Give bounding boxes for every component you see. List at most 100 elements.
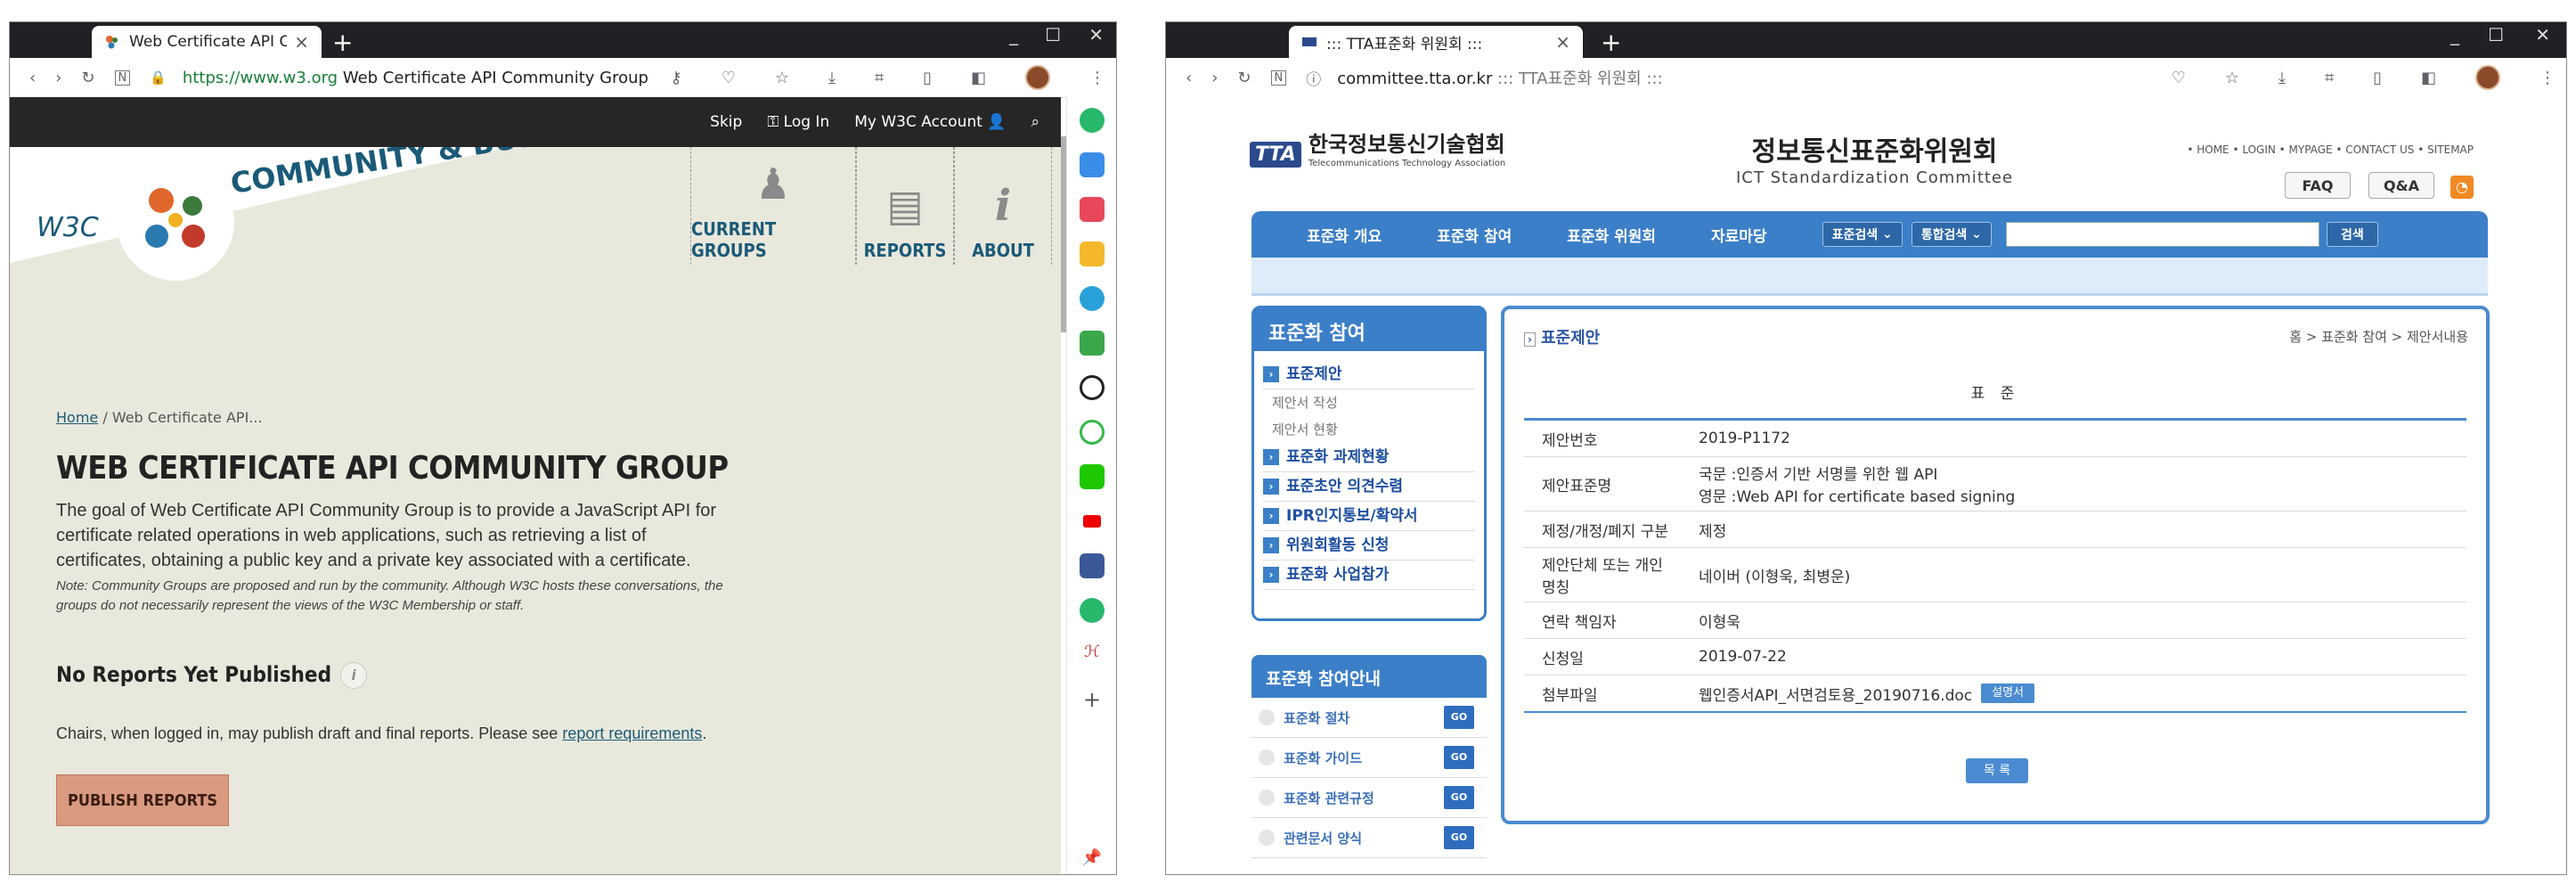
menu-icon[interactable]: ⋮ (1089, 69, 1105, 87)
sidebar-list-icon[interactable] (1080, 331, 1105, 356)
info-icon[interactable]: i (340, 662, 368, 689)
nav-resources[interactable]: 자료마당 (1711, 224, 1767, 246)
key-icon[interactable]: ⚷ (671, 69, 682, 87)
sidebar-green-icon[interactable] (1080, 108, 1105, 133)
menu-icon[interactable]: ⋮ (2539, 69, 2556, 87)
top-links[interactable]: • HOME • LOGIN • MYPAGE • CONTACT US • S… (2187, 143, 2474, 156)
menu-item-task-status[interactable]: › 표준화 과제현황 (1263, 443, 1475, 472)
report-requirements-link[interactable]: report requirements (562, 724, 702, 742)
extension-n-icon[interactable]: N (1270, 70, 1287, 86)
description-tag[interactable]: 설명서 (1981, 683, 2035, 703)
back-icon[interactable]: ‹ (29, 69, 36, 87)
close-window-icon[interactable]: ✕ (1088, 24, 1104, 45)
qna-button[interactable]: Q&A (2368, 172, 2434, 199)
sidebar-add-icon[interactable]: + (1080, 687, 1105, 712)
pin-icon[interactable]: 📌 (1080, 846, 1105, 871)
standard-search-select[interactable]: 표준검색 ⌄ (1822, 222, 1903, 247)
faq-button[interactable]: FAQ (2285, 172, 2351, 199)
guide-item[interactable]: 표준화 절차 GO (1251, 698, 1487, 738)
reader-icon[interactable]: ▯ (2373, 69, 2382, 87)
browser-tab[interactable]: Web Certificate API Comm × (92, 26, 322, 58)
menu-item-project-participation[interactable]: › 표준화 사업참가 (1263, 561, 1475, 590)
maximize-icon[interactable]: ☐ (2488, 24, 2504, 45)
sidebar-naver-icon[interactable] (1080, 464, 1105, 489)
browser-tab[interactable]: ::: TTA표준화 위원회 ::: × (1289, 26, 1583, 58)
sidebar-toggle-icon[interactable]: ◧ (971, 69, 986, 87)
new-tab-icon[interactable]: + (1601, 28, 1621, 57)
rss-icon[interactable]: ◔ (2450, 176, 2474, 199)
reader-icon[interactable]: ▯ (923, 69, 932, 87)
sidebar-facebook-icon[interactable] (1080, 553, 1105, 578)
url-field[interactable]: committee.tta.or.kr ::: TTA표준화 위원회 ::: (1337, 66, 1662, 89)
sidebar-youtube-icon[interactable] (1080, 509, 1105, 534)
nav-current-groups[interactable]: ♟ CURRENT GROUPS (690, 147, 856, 265)
minimize-icon[interactable]: _ (1009, 24, 1018, 45)
integrated-search-select[interactable]: 통합검색 ⌄ (1911, 222, 1992, 247)
nav-standard-participation[interactable]: 표준화 참여 (1437, 224, 1512, 246)
extension-n-icon[interactable]: N (114, 70, 131, 86)
tta-logo[interactable]: TTA 한국정보통신기술협회 Telecommunications Technol… (1250, 134, 1505, 174)
sidebar-chat-icon[interactable] (1080, 598, 1105, 623)
guide-item[interactable]: 표준화 관련규정 GO (1251, 778, 1487, 818)
publish-reports-button[interactable]: PUBLISH REPORTS (56, 774, 229, 826)
menu-item-standard-proposal[interactable]: › 표준제안 (1263, 360, 1475, 389)
submenu-proposal-status[interactable]: 제안서 현황 (1263, 416, 1475, 443)
search-icon[interactable]: ⌕ (1031, 113, 1039, 131)
menu-item-committee-activity[interactable]: › 위원회활동 신청 (1263, 531, 1475, 561)
new-tab-icon[interactable]: + (332, 28, 353, 57)
guide-item[interactable]: 관련문서 양식 GO (1251, 818, 1487, 858)
nav-reports[interactable]: ▤ REPORTS (856, 147, 954, 265)
screenshot-icon[interactable]: ⌗ (2325, 69, 2334, 87)
sidebar-star-icon[interactable] (1080, 241, 1105, 266)
close-window-icon[interactable]: ✕ (2535, 24, 2550, 45)
sidebar-translate-icon[interactable] (1080, 286, 1105, 311)
go-button[interactable]: GO (1444, 706, 1474, 729)
menu-item-draft-opinions[interactable]: › 표준초안 의견수렴 (1263, 472, 1475, 502)
go-button[interactable]: GO (1444, 746, 1474, 769)
breadcrumb-home-link[interactable]: Home (56, 409, 98, 426)
account-link[interactable]: My W3C Account 👤 (854, 113, 1006, 131)
forward-icon[interactable]: › (55, 69, 61, 87)
screenshot-icon[interactable]: ⌗ (875, 69, 884, 87)
sidebar-script-icon[interactable]: ℋ (1080, 643, 1105, 667)
sidebar-pocket-icon[interactable] (1080, 197, 1105, 222)
download-icon[interactable]: ⤓ (2278, 69, 2286, 87)
url-field[interactable]: https://www.w3.org Web Certificate API C… (183, 69, 648, 87)
avatar[interactable] (1025, 65, 1050, 90)
login-link[interactable]: ⚿ Log In (767, 113, 829, 131)
heart-icon[interactable]: ♡ (2172, 69, 2186, 87)
nav-about[interactable]: i ABOUT (954, 147, 1052, 265)
search-input[interactable] (2005, 222, 2319, 247)
sidebar-play-icon[interactable] (1080, 420, 1105, 445)
reload-icon[interactable]: ↻ (81, 69, 94, 87)
back-icon[interactable]: ‹ (1186, 69, 1192, 87)
reload-icon[interactable]: ↻ (1237, 69, 1251, 87)
star-icon[interactable]: ☆ (2225, 69, 2239, 87)
submenu-write-proposal[interactable]: 제안서 작성 (1263, 389, 1475, 416)
go-button[interactable]: GO (1444, 826, 1474, 849)
guide-item[interactable]: 표준화 가이드 GO (1251, 738, 1487, 778)
content-box: › 표준제안 홈 > 표준화 참여 > 제안서내용 표 준 제안번호 2019-P1… (1501, 306, 2490, 824)
forward-icon[interactable]: › (1211, 69, 1218, 87)
tab-close-icon[interactable]: × (294, 31, 309, 53)
maximize-icon[interactable]: ☐ (1045, 24, 1061, 45)
download-icon[interactable]: ⤓ (828, 69, 836, 87)
star-icon[interactable]: ☆ (775, 69, 789, 87)
go-button[interactable]: GO (1444, 786, 1474, 809)
table-row: 제안표준명 국문 :인증서 기반 서명를 위한 웹 API 영문 :Web API … (1524, 457, 2466, 512)
skip-link[interactable]: Skip (710, 113, 742, 131)
heart-icon[interactable]: ♡ (721, 69, 736, 87)
minimize-icon[interactable]: _ (2450, 24, 2459, 45)
search-button[interactable]: 검색 (2326, 222, 2378, 247)
sidebar-toggle-icon[interactable]: ◧ (2421, 69, 2436, 87)
menu-item-ipr[interactable]: › IPR인지통보/확약서 (1263, 502, 1475, 531)
nav-standard-overview[interactable]: 표준화 개요 (1307, 224, 1382, 246)
site-info-icon[interactable]: ⓘ (1306, 67, 1321, 89)
nav-standard-committee[interactable]: 표준화 위원회 (1567, 224, 1656, 246)
sidebar-blue-icon[interactable] (1080, 152, 1105, 177)
tab-close-icon[interactable]: × (1555, 31, 1570, 53)
sidebar-history-icon[interactable] (1080, 375, 1105, 400)
avatar[interactable] (2475, 65, 2500, 90)
attachment-link[interactable]: 웹인증서API_서면검토용_20190716.doc (1699, 683, 1972, 705)
list-button[interactable]: 목 록 (1966, 758, 2028, 783)
